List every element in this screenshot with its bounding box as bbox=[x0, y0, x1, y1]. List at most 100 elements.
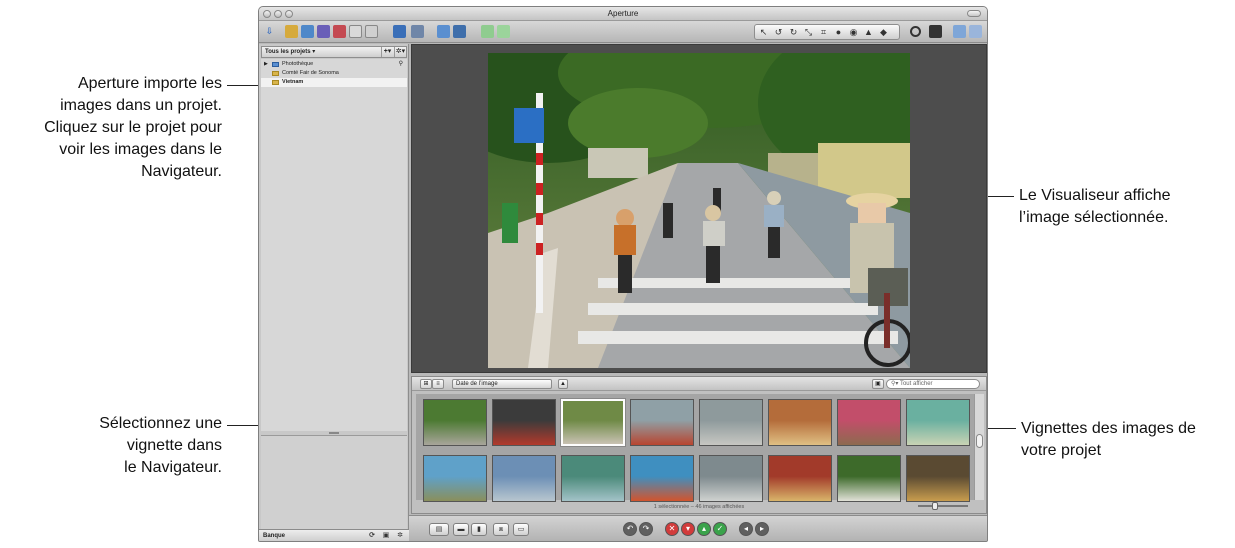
vault-action-icon[interactable]: ✲ bbox=[395, 531, 405, 541]
street-photo-graphic bbox=[488, 53, 910, 368]
callout-import-line-1: Aperture importe les bbox=[77, 75, 222, 92]
thumbnail-item[interactable] bbox=[837, 455, 901, 502]
minimize-window-button[interactable] bbox=[274, 10, 282, 18]
project-item-library[interactable]: ▶ Photothèque ⚲ bbox=[261, 60, 407, 69]
grid-view-button[interactable]: ⊞ bbox=[420, 379, 432, 389]
sort-direction-button[interactable]: ▲ bbox=[558, 379, 568, 389]
browser-toolbar: ⊞ ≡ Date de l’image ▲ ▣ ⚲▾ Tout afficher bbox=[412, 377, 986, 391]
project-item-vietnam[interactable]: Vietnam bbox=[261, 78, 407, 87]
viewer-mode-button[interactable]: ▤ bbox=[429, 523, 449, 536]
email-icon[interactable] bbox=[481, 25, 494, 38]
thumbnail-item[interactable] bbox=[423, 399, 487, 446]
callout-import-line-4: voir les images dans le bbox=[59, 141, 222, 158]
thumbnail-item[interactable] bbox=[492, 399, 556, 446]
thumbnail-item[interactable] bbox=[492, 455, 556, 502]
spot-patch-tool-icon[interactable]: ● bbox=[832, 26, 845, 38]
control-bar: ▤ ▬ ▮ ⧈ ▭ ↶ ↷ ✕ ▾ ▴ ✓ ◂ ▸ bbox=[409, 515, 987, 541]
scrollbar-thumb[interactable] bbox=[976, 434, 983, 448]
thumbnail-item[interactable] bbox=[768, 455, 832, 502]
new-album-icon[interactable] bbox=[317, 25, 330, 38]
split-view-handle[interactable] bbox=[329, 432, 339, 434]
viewer-pane bbox=[411, 44, 987, 373]
thumbnail-item[interactable] bbox=[906, 399, 970, 446]
stamp-tool-icon[interactable]: ◆ bbox=[877, 26, 890, 38]
inspector-icon[interactable] bbox=[953, 25, 966, 38]
refresh-icon[interactable]: ⟳ bbox=[367, 531, 377, 541]
zoom-window-button[interactable] bbox=[285, 10, 293, 18]
rotate-left-button[interactable]: ↶ bbox=[623, 522, 637, 536]
layout-icon[interactable] bbox=[969, 25, 982, 38]
thumbnail-item[interactable] bbox=[837, 399, 901, 446]
filter-hud-button[interactable]: ▣ bbox=[872, 379, 884, 389]
new-smart-album-icon[interactable] bbox=[333, 25, 346, 38]
multi-view-button[interactable]: ⧈ bbox=[493, 523, 509, 536]
list-view-button[interactable]: ≡ bbox=[432, 379, 444, 389]
straighten-tool-icon[interactable]: ⤡ bbox=[802, 26, 815, 38]
vault-info-icon[interactable]: ▣ bbox=[381, 531, 391, 541]
thumbnail-size-slider[interactable] bbox=[918, 502, 968, 510]
search-field[interactable]: ⚲▾ Tout afficher bbox=[886, 379, 980, 389]
callout-select-line-3: le Navigateur. bbox=[124, 459, 222, 476]
thumbnail-item[interactable] bbox=[630, 399, 694, 446]
thumbnail-item[interactable] bbox=[768, 399, 832, 446]
thumbnail-item[interactable] bbox=[630, 455, 694, 502]
thumbnail-item[interactable] bbox=[906, 455, 970, 502]
browser-only-button[interactable]: ▬ bbox=[453, 523, 469, 536]
browser-pane: ⊞ ≡ Date de l’image ▲ ▣ ⚲▾ Tout afficher… bbox=[411, 376, 987, 514]
new-book-icon[interactable] bbox=[349, 25, 362, 38]
search-icon[interactable]: ⚲ bbox=[399, 60, 403, 69]
red-eye-tool-icon[interactable]: ◉ bbox=[847, 26, 860, 38]
thumbnail-item[interactable] bbox=[561, 399, 625, 446]
browser-status: 1 sélectionnée – 46 images affichées bbox=[653, 504, 745, 510]
rotate-right-tool-icon[interactable]: ↻ bbox=[787, 26, 800, 38]
loupe-icon[interactable] bbox=[910, 26, 921, 37]
aperture-window: Aperture ⇩ ↖ ↺ ↻ ⤡ ⌗ ● ◉ ▲ ◆ Tous les pr… bbox=[258, 6, 988, 542]
project-action-button[interactable]: ✲▾ bbox=[394, 47, 406, 57]
single-view-button[interactable]: ▭ bbox=[513, 523, 529, 536]
browser-scrollbar[interactable] bbox=[974, 394, 984, 500]
thumbnail-item[interactable] bbox=[699, 455, 763, 502]
close-window-button[interactable] bbox=[263, 10, 271, 18]
rotate-left-tool-icon[interactable]: ↺ bbox=[772, 26, 785, 38]
rotate-right-button[interactable]: ↷ bbox=[639, 522, 653, 536]
fullscreen-icon[interactable] bbox=[929, 25, 942, 38]
increase-rating-button[interactable]: ▴ bbox=[697, 522, 711, 536]
new-folder-icon[interactable] bbox=[301, 25, 314, 38]
search-placeholder: Tout afficher bbox=[899, 381, 933, 387]
project-item-label: Photothèque bbox=[282, 61, 314, 67]
viewer-image[interactable] bbox=[488, 53, 910, 368]
callout-thumbs-line-1: Vignettes des images de bbox=[1021, 420, 1196, 437]
callout-select-line-1: Sélectionnez une bbox=[99, 415, 222, 432]
select-button[interactable]: ✓ bbox=[713, 522, 727, 536]
slider-knob[interactable] bbox=[932, 502, 938, 510]
disclosure-triangle-icon[interactable]: ▶ bbox=[264, 60, 268, 69]
thumbnail-item[interactable] bbox=[561, 455, 625, 502]
thumbnail-item[interactable] bbox=[699, 399, 763, 446]
crop-tool-icon[interactable]: ⌗ bbox=[817, 26, 830, 38]
thumbnail-item[interactable] bbox=[423, 455, 487, 502]
sort-popup[interactable]: Date de l’image bbox=[452, 379, 552, 389]
new-project-icon[interactable] bbox=[285, 25, 298, 38]
project-item-label: Vietnam bbox=[282, 79, 304, 85]
previous-image-button[interactable]: ◂ bbox=[739, 522, 753, 536]
print-icon[interactable] bbox=[497, 25, 510, 38]
next-image-button[interactable]: ▸ bbox=[755, 522, 769, 536]
rotate-icon[interactable] bbox=[437, 25, 450, 38]
new-light-table-icon[interactable] bbox=[365, 25, 378, 38]
straighten-icon[interactable] bbox=[453, 25, 466, 38]
compare-icon[interactable] bbox=[411, 25, 424, 38]
project-item-sonoma[interactable]: Comté Fair de Sonoma bbox=[261, 69, 407, 78]
callout-viewer-line-1: Le Visualiseur affiche bbox=[1019, 187, 1171, 204]
selection-tool-icon[interactable]: ↖ bbox=[757, 26, 770, 38]
lift-tool-icon[interactable]: ▲ bbox=[862, 26, 875, 38]
callout-viewer-line-2: l’image sélectionnée. bbox=[1019, 209, 1169, 226]
toolbar-toggle-button[interactable] bbox=[967, 10, 981, 17]
stack-icon[interactable] bbox=[393, 25, 406, 38]
add-project-button[interactable]: +▾ bbox=[381, 47, 393, 57]
reject-button[interactable]: ✕ bbox=[665, 522, 679, 536]
split-view-button[interactable]: ▮ bbox=[471, 523, 487, 536]
tool-strip: ↖ ↺ ↻ ⤡ ⌗ ● ◉ ▲ ◆ bbox=[754, 24, 900, 40]
import-icon[interactable]: ⇩ bbox=[263, 25, 276, 38]
projects-scope-popup[interactable]: Tous les projets ▾ bbox=[265, 49, 315, 55]
decrease-rating-button[interactable]: ▾ bbox=[681, 522, 695, 536]
